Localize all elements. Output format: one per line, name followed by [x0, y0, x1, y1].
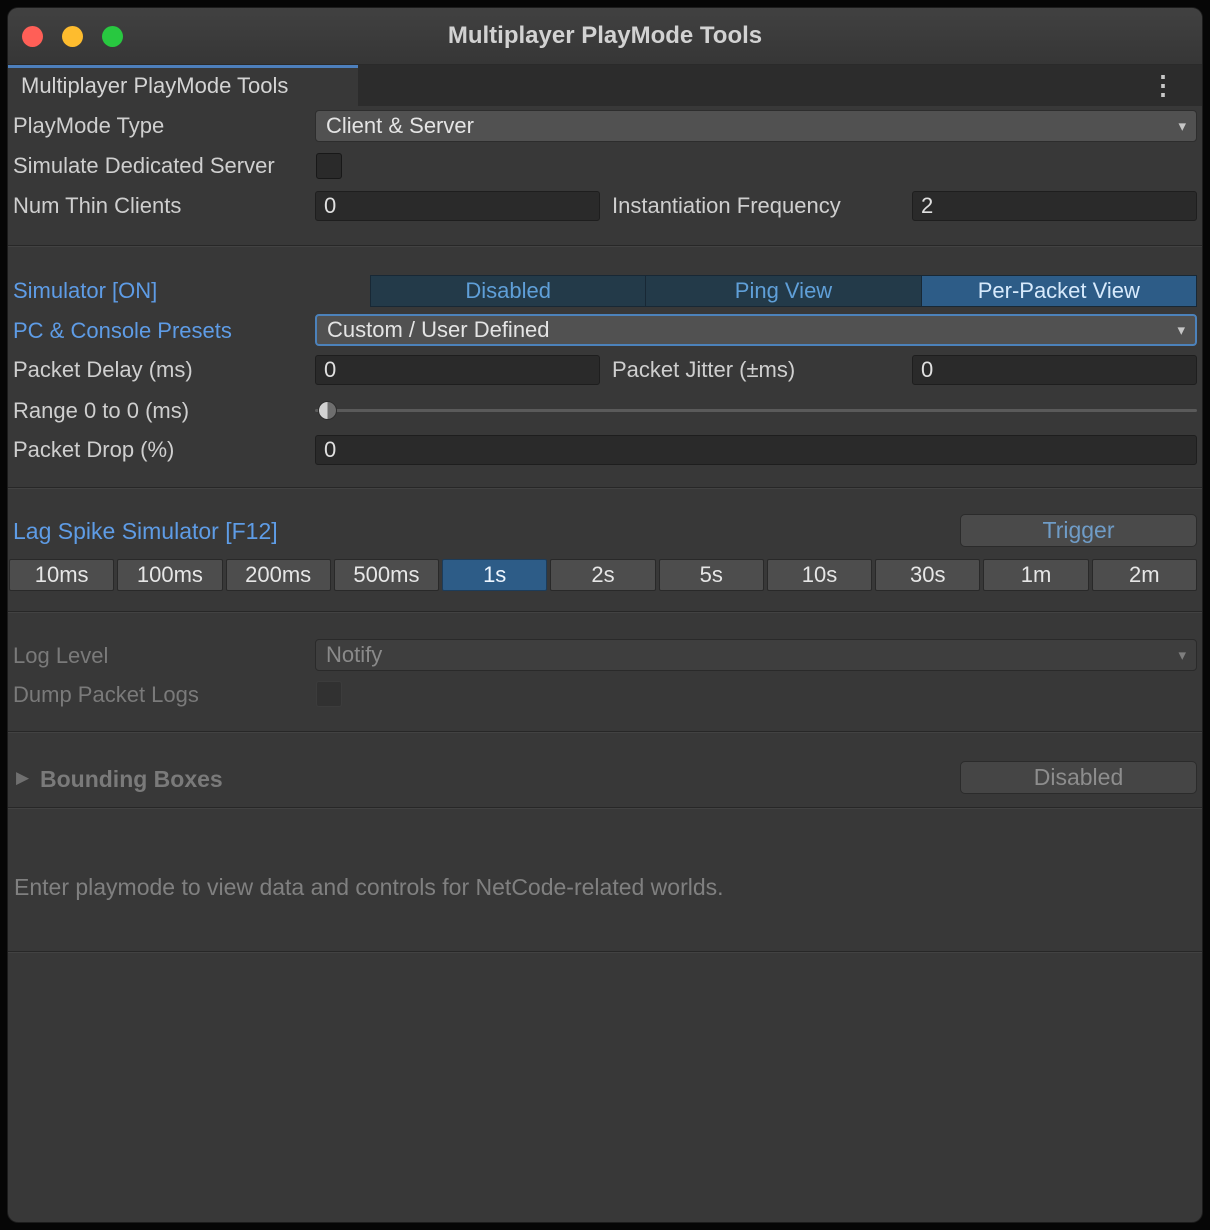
lag-duration-30s[interactable]: 30s — [875, 559, 980, 591]
divider — [8, 951, 1202, 952]
tab-strip: Multiplayer PlayMode Tools ⋮ — [8, 65, 1202, 106]
chevron-down-icon: ▾ — [1178, 646, 1186, 664]
trigger-button[interactable]: Trigger — [960, 514, 1197, 547]
packet-delay-input[interactable]: 0 — [315, 355, 600, 385]
divider — [8, 731, 1202, 732]
playmode-tools-window: Multiplayer PlayMode Tools Multiplayer P… — [8, 8, 1202, 1222]
lag-duration-200ms[interactable]: 200ms — [226, 559, 331, 591]
presets-label: PC & Console Presets — [13, 316, 232, 346]
divider — [8, 611, 1202, 612]
bounding-boxes-state-button[interactable]: Disabled — [960, 761, 1197, 794]
lag-duration-2m[interactable]: 2m — [1092, 559, 1197, 591]
range-label: Range 0 to 0 (ms) — [13, 396, 189, 426]
lag-duration-5s[interactable]: 5s — [659, 559, 764, 591]
chevron-down-icon: ▾ — [1178, 117, 1186, 135]
presets-dropdown[interactable]: Custom / User Defined ▾ — [315, 314, 1197, 346]
lag-duration-10ms[interactable]: 10ms — [9, 559, 114, 591]
simulator-mode-per-packet-view[interactable]: Per-Packet View — [921, 276, 1196, 306]
simulator-mode-disabled[interactable]: Disabled — [371, 276, 645, 306]
packet-jitter-label: Packet Jitter (±ms) — [612, 355, 795, 385]
bounding-boxes-title[interactable]: Bounding Boxes — [40, 764, 223, 794]
tab-multiplayer-playmode-tools[interactable]: Multiplayer PlayMode Tools — [8, 65, 358, 106]
kebab-menu-icon[interactable]: ⋮ — [1150, 65, 1176, 106]
lag-duration-row: 10ms 100ms 200ms 500ms 1s 2s 5s 10s 30s … — [9, 559, 1197, 591]
divider — [8, 245, 1202, 246]
packet-delay-label: Packet Delay (ms) — [13, 355, 193, 385]
lag-duration-10s[interactable]: 10s — [767, 559, 872, 591]
playmode-help-text: Enter playmode to view data and controls… — [14, 872, 724, 902]
title-bar[interactable]: Multiplayer PlayMode Tools — [8, 8, 1202, 65]
lag-spike-section-title: Lag Spike Simulator [F12] — [13, 516, 278, 546]
packet-jitter-input[interactable]: 0 — [912, 355, 1197, 385]
range-slider-track[interactable] — [315, 409, 1197, 412]
packet-drop-label: Packet Drop (%) — [13, 435, 174, 465]
num-thin-clients-label: Num Thin Clients — [13, 191, 181, 221]
instantiation-frequency-input[interactable]: 2 — [912, 191, 1197, 221]
divider — [8, 487, 1202, 488]
lag-duration-1s[interactable]: 1s — [442, 559, 547, 591]
log-level-value: Notify — [326, 642, 382, 668]
divider — [8, 807, 1202, 808]
lag-duration-500ms[interactable]: 500ms — [334, 559, 439, 591]
instantiation-frequency-label: Instantiation Frequency — [612, 191, 841, 221]
log-level-dropdown[interactable]: Notify ▾ — [315, 639, 1197, 671]
lag-duration-2s[interactable]: 2s — [550, 559, 655, 591]
simulator-mode-ping-view[interactable]: Ping View — [645, 276, 920, 306]
simulator-view-toggle: Disabled Ping View Per-Packet View — [370, 275, 1197, 307]
log-level-label: Log Level — [13, 641, 108, 671]
simulator-section-title: Simulator [ON] — [13, 276, 157, 306]
simulate-dedicated-server-checkbox[interactable] — [316, 153, 342, 179]
playmode-type-label: PlayMode Type — [13, 111, 164, 141]
window-title: Multiplayer PlayMode Tools — [8, 8, 1202, 64]
presets-value: Custom / User Defined — [327, 317, 550, 343]
foldout-arrow-icon[interactable]: ▶ — [16, 768, 29, 788]
packet-drop-input[interactable]: 0 — [315, 435, 1197, 465]
playmode-type-value: Client & Server — [326, 113, 474, 139]
chevron-down-icon: ▾ — [1177, 321, 1185, 339]
playmode-type-dropdown[interactable]: Client & Server ▾ — [315, 110, 1197, 142]
lag-duration-100ms[interactable]: 100ms — [117, 559, 222, 591]
range-slider-thumb[interactable] — [318, 401, 337, 420]
dump-packet-logs-checkbox[interactable] — [316, 681, 342, 707]
dump-packet-logs-label: Dump Packet Logs — [13, 680, 199, 710]
num-thin-clients-input[interactable]: 0 — [315, 191, 600, 221]
lag-duration-1m[interactable]: 1m — [983, 559, 1088, 591]
simulate-dedicated-server-label: Simulate Dedicated Server — [13, 151, 275, 181]
